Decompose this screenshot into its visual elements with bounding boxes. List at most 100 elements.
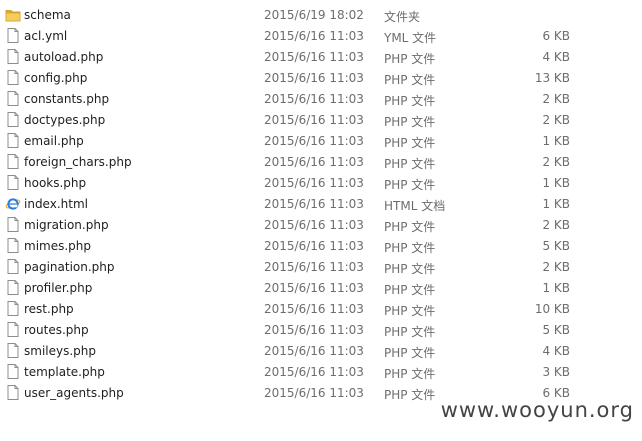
- file-modified-date: 2015/6/16 11:03: [264, 365, 364, 379]
- file-type: PHP 文件: [384, 73, 436, 87]
- file-row[interactable]: profiler.php 2015/6/16 11:03 PHP 文件 1 KB: [0, 277, 642, 298]
- file-type: PHP 文件: [384, 52, 436, 66]
- file-type: PHP 文件: [384, 241, 436, 255]
- file-type: PHP 文件: [384, 136, 436, 150]
- file-modified-date: 2015/6/16 11:03: [264, 29, 364, 43]
- file-modified-date: 2015/6/16 11:03: [264, 281, 364, 295]
- file-modified-date: 2015/6/19 18:02: [264, 8, 364, 22]
- file-row[interactable]: template.php 2015/6/16 11:03 PHP 文件 3 KB: [0, 361, 642, 382]
- file-size: 13 KB: [534, 71, 570, 85]
- file-size: 1 KB: [542, 281, 570, 295]
- file-row[interactable]: smileys.php 2015/6/16 11:03 PHP 文件 4 KB: [0, 340, 642, 361]
- file-name: template.php: [24, 365, 105, 379]
- file-name: foreign_chars.php: [24, 155, 132, 169]
- file-size: 10 KB: [534, 302, 570, 316]
- file-type: PHP 文件: [384, 325, 436, 339]
- file-row[interactable]: pagination.php 2015/6/16 11:03 PHP 文件 2 KB: [0, 256, 642, 277]
- file-type: PHP 文件: [384, 178, 436, 192]
- file-row[interactable]: mimes.php 2015/6/16 11:03 PHP 文件 5 KB: [0, 235, 642, 256]
- file-size: 4 KB: [542, 344, 570, 358]
- file-modified-date: 2015/6/16 11:03: [264, 302, 364, 316]
- file-modified-date: 2015/6/16 11:03: [264, 344, 364, 358]
- file-modified-date: 2015/6/16 11:03: [264, 50, 364, 64]
- file-name: profiler.php: [24, 281, 93, 295]
- file-size: 4 KB: [542, 50, 570, 64]
- file-row[interactable]: email.php 2015/6/16 11:03 PHP 文件 1 KB: [0, 130, 642, 151]
- file-row[interactable]: config.php 2015/6/16 11:03 PHP 文件 13 KB: [0, 67, 642, 88]
- file-size: 2 KB: [542, 113, 570, 127]
- file-row[interactable]: rest.php 2015/6/16 11:03 PHP 文件 10 KB: [0, 298, 642, 319]
- file-type: HTML 文档: [384, 199, 446, 213]
- file-name: index.html: [24, 197, 88, 211]
- file-row[interactable]: doctypes.php 2015/6/16 11:03 PHP 文件 2 KB: [0, 109, 642, 130]
- document-icon: [5, 237, 21, 254]
- file-name: pagination.php: [24, 260, 115, 274]
- file-size: 1 KB: [542, 197, 570, 211]
- document-icon: [5, 27, 21, 44]
- document-icon: [5, 258, 21, 275]
- file-row[interactable]: acl.yml 2015/6/16 11:03 YML 文件 6 KB: [0, 25, 642, 46]
- file-type: PHP 文件: [384, 388, 436, 402]
- file-size: 2 KB: [542, 92, 570, 106]
- file-modified-date: 2015/6/16 11:03: [264, 155, 364, 169]
- document-icon: [5, 279, 21, 296]
- file-name: mimes.php: [24, 239, 92, 253]
- file-name: migration.php: [24, 218, 109, 232]
- file-name: user_agents.php: [24, 386, 124, 400]
- file-modified-date: 2015/6/16 11:03: [264, 113, 364, 127]
- file-modified-date: 2015/6/16 11:03: [264, 92, 364, 106]
- file-modified-date: 2015/6/16 11:03: [264, 239, 364, 253]
- file-type: PHP 文件: [384, 94, 436, 108]
- document-icon: [5, 363, 21, 380]
- file-modified-date: 2015/6/16 11:03: [264, 260, 364, 274]
- file-modified-date: 2015/6/16 11:03: [264, 218, 364, 232]
- document-icon: [5, 132, 21, 149]
- file-type: PHP 文件: [384, 304, 436, 318]
- file-type: PHP 文件: [384, 262, 436, 276]
- file-name: config.php: [24, 71, 88, 85]
- file-row[interactable]: routes.php 2015/6/16 11:03 PHP 文件 5 KB: [0, 319, 642, 340]
- file-name: doctypes.php: [24, 113, 106, 127]
- file-type: PHP 文件: [384, 367, 436, 381]
- file-size: 5 KB: [542, 323, 570, 337]
- watermark: www.wooyun.org: [440, 398, 634, 422]
- file-type: PHP 文件: [384, 115, 436, 129]
- file-size: 3 KB: [542, 365, 570, 379]
- file-type: PHP 文件: [384, 157, 436, 171]
- file-modified-date: 2015/6/16 11:03: [264, 134, 364, 148]
- file-row[interactable]: autoload.php 2015/6/16 11:03 PHP 文件 4 KB: [0, 46, 642, 67]
- file-name: constants.php: [24, 92, 110, 106]
- file-type: PHP 文件: [384, 346, 436, 360]
- file-size: 2 KB: [542, 155, 570, 169]
- file-name: autoload.php: [24, 50, 104, 64]
- file-type: PHP 文件: [384, 220, 436, 234]
- file-modified-date: 2015/6/16 11:03: [264, 323, 364, 337]
- file-row[interactable]: migration.php 2015/6/16 11:03 PHP 文件 2 KB: [0, 214, 642, 235]
- file-name: rest.php: [24, 302, 74, 316]
- document-icon: [5, 174, 21, 191]
- file-name: email.php: [24, 134, 84, 148]
- file-name: hooks.php: [24, 176, 87, 190]
- file-modified-date: 2015/6/16 11:03: [264, 176, 364, 190]
- file-size: 2 KB: [542, 260, 570, 274]
- file-name: acl.yml: [24, 29, 68, 43]
- file-row[interactable]: hooks.php 2015/6/16 11:03 PHP 文件 1 KB: [0, 172, 642, 193]
- file-modified-date: 2015/6/16 11:03: [264, 197, 364, 211]
- file-name: routes.php: [24, 323, 89, 337]
- document-icon: [5, 90, 21, 107]
- folder-icon: [5, 6, 21, 23]
- document-icon: [5, 321, 21, 338]
- document-icon: [5, 216, 21, 233]
- file-row[interactable]: constants.php 2015/6/16 11:03 PHP 文件 2 KB: [0, 88, 642, 109]
- file-size: 1 KB: [542, 134, 570, 148]
- file-row[interactable]: schema 2015/6/19 18:02 文件夹: [0, 4, 642, 25]
- file-modified-date: 2015/6/16 11:03: [264, 386, 364, 400]
- file-type: 文件夹: [384, 10, 421, 24]
- ie-icon: [5, 195, 21, 212]
- file-modified-date: 2015/6/16 11:03: [264, 71, 364, 85]
- file-row[interactable]: foreign_chars.php 2015/6/16 11:03 PHP 文件 2 …: [0, 151, 642, 172]
- document-icon: [5, 69, 21, 86]
- document-icon: [5, 48, 21, 65]
- file-size: 6 KB: [542, 29, 570, 43]
- file-row[interactable]: index.html 2015/6/16 11:03 HTML 文档 1 KB: [0, 193, 642, 214]
